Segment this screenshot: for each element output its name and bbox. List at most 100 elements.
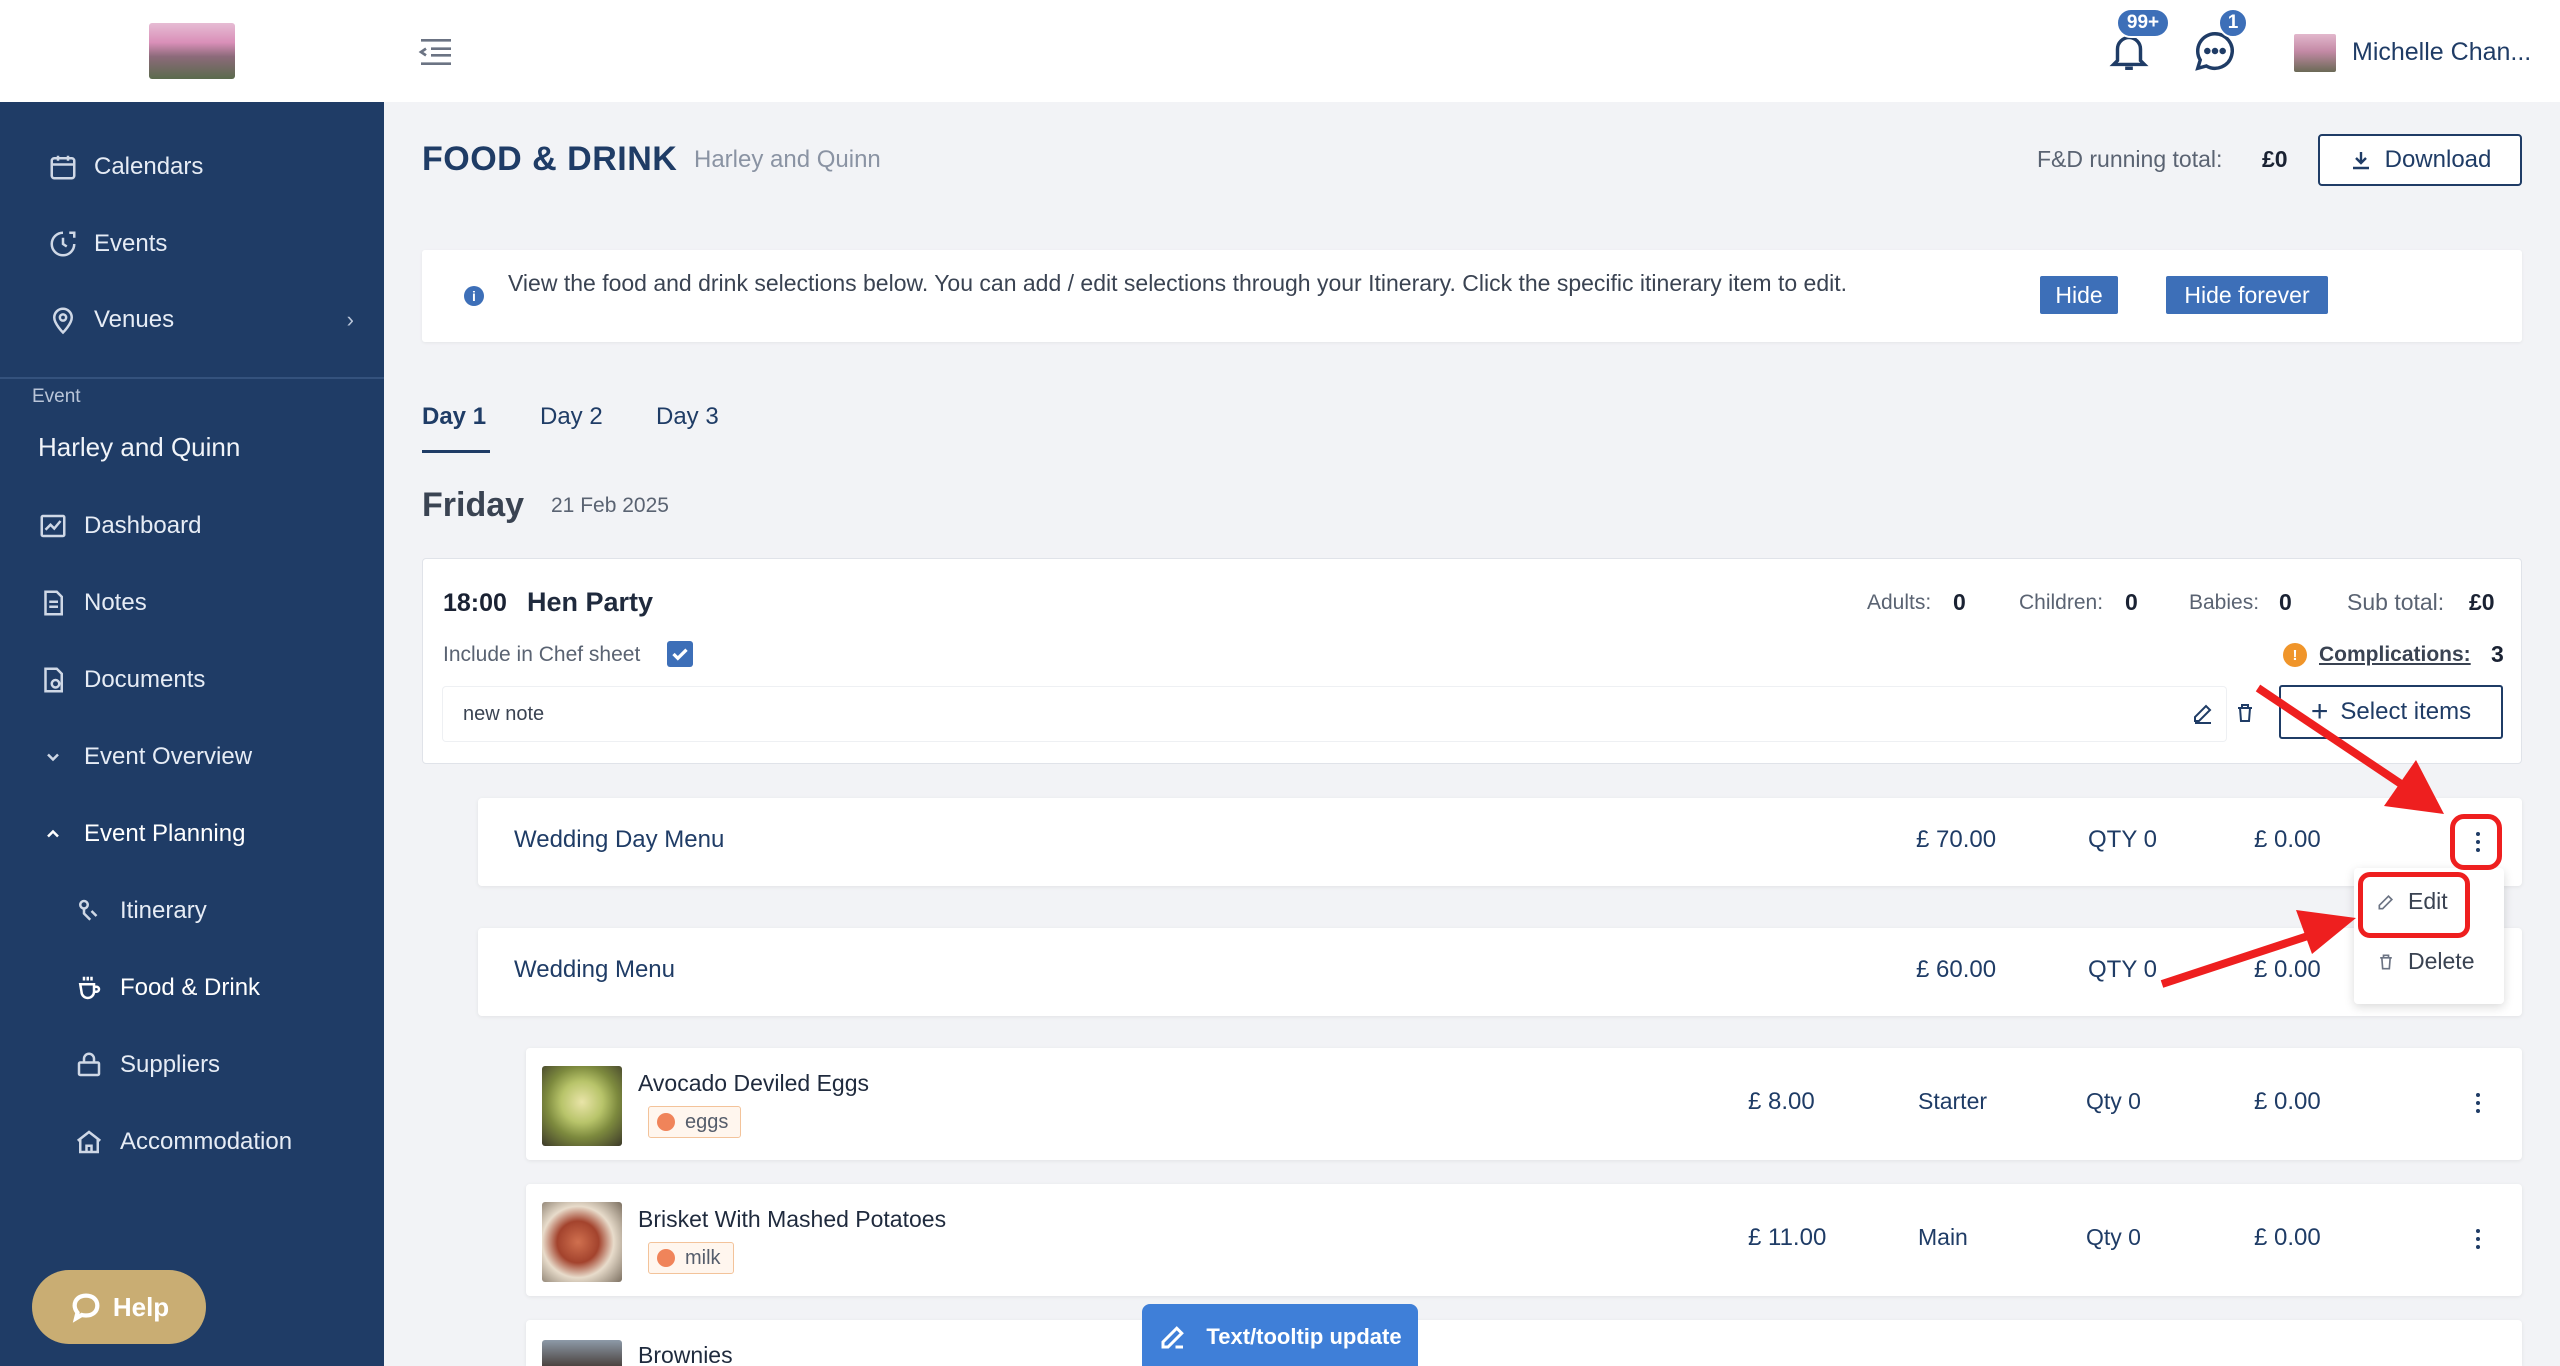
complications-link[interactable]: Complications: <box>2319 643 2471 667</box>
delete-menu-item[interactable]: Delete <box>2376 948 2474 975</box>
food-thumbnail <box>542 1340 622 1366</box>
children-label: Children: <box>2019 591 2104 614</box>
chef-sheet-checkbox[interactable] <box>667 641 693 667</box>
logo-image <box>149 23 235 79</box>
item-name: Avocado Deviled Eggs <box>638 1070 869 1096</box>
events-icon <box>46 227 80 261</box>
menu-card[interactable]: Wedding Day Menu £ 70.00 QTY 0 £ 0.00 <box>478 798 2522 886</box>
sidebar-item-dashboard[interactable]: Dashboard <box>36 509 420 543</box>
sidebar-item-events[interactable]: Events <box>46 227 430 261</box>
itinerary-session-card: 18:00 Hen Party Adults: 0 Children: 0 Ba… <box>422 558 2522 764</box>
sidebar-item-food-drink[interactable]: Food & Drink <box>72 971 456 1005</box>
sidebar: Calendars Events Venues › Event Harley a… <box>0 0 384 1366</box>
sidebar-item-venues[interactable]: Venues › <box>46 303 430 337</box>
food-thumbnail <box>542 1202 622 1282</box>
sidebar-item-label: Documents <box>84 666 206 693</box>
sidebar-item-label: Calendars <box>94 153 204 180</box>
menu-total: £ 0.00 <box>2254 826 2321 853</box>
document-icon <box>36 663 70 697</box>
food-item-card[interactable]: Avocado Deviled Eggs eggs £ 8.00 Starter… <box>526 1048 2522 1160</box>
tab-day-2[interactable]: Day 2 <box>540 403 603 431</box>
page-subtitle: Harley and Quinn <box>694 146 881 173</box>
sidebar-item-itinerary[interactable]: Itinerary <box>72 894 456 928</box>
sidebar-item-label: Dashboard <box>84 512 202 539</box>
tab-day-1[interactable]: Day 1 <box>422 403 486 431</box>
sidebar-item-notes[interactable]: Notes <box>36 586 420 620</box>
sidebar-item-label: Venues <box>94 306 175 333</box>
item-total: £ 0.00 <box>2254 1224 2321 1251</box>
checkmark-icon <box>672 648 688 661</box>
more-options-icon[interactable] <box>2468 1086 2488 1120</box>
food-item-card[interactable]: Brisket With Mashed Potatoes milk £ 11.0… <box>526 1184 2522 1296</box>
calendar-icon <box>46 150 80 184</box>
chevron-up-icon <box>36 817 70 851</box>
sidebar-item-label: Accommodation <box>120 1128 293 1155</box>
subtotal-value: £0 <box>2469 589 2495 615</box>
item-price: £ 11.00 <box>1748 1224 1827 1251</box>
day-title: Friday <box>422 486 525 524</box>
sidebar-item-accommodation[interactable]: Accommodation <box>72 1125 456 1159</box>
sidebar-item-label: Notes <box>84 589 147 616</box>
running-total-value: £0 <box>2262 146 2288 172</box>
pencil-icon[interactable] <box>2191 701 2215 725</box>
menu-qty: QTY 0 <box>2088 826 2157 853</box>
allergen-label: eggs <box>685 1110 729 1133</box>
babies-value: 0 <box>2279 589 2292 615</box>
sidebar-item-suppliers[interactable]: Suppliers <box>72 1048 456 1082</box>
sidebar-divider <box>0 377 384 379</box>
messages-badge: 1 <box>2218 8 2248 38</box>
note-text: new note <box>463 703 545 725</box>
item-price: £ 8.00 <box>1748 1088 1815 1115</box>
tab-day-3[interactable]: Day 3 <box>656 403 719 431</box>
chef-sheet-label: Include in Chef sheet <box>443 643 641 666</box>
user-name[interactable]: Michelle Chan... <box>2352 38 2531 67</box>
egg-allergen-icon <box>657 1113 675 1131</box>
location-pin-icon <box>46 303 80 337</box>
chart-icon <box>36 509 70 543</box>
milk-allergen-icon <box>657 1249 675 1267</box>
home-icon <box>72 1125 106 1159</box>
sidebar-item-documents[interactable]: Documents <box>36 663 420 697</box>
session-time: 18:00 <box>443 589 507 617</box>
sidebar-item-event-planning[interactable]: Event Planning <box>36 817 420 851</box>
select-items-button[interactable]: + Select items <box>2279 685 2503 739</box>
download-button[interactable]: Download <box>2318 134 2522 186</box>
subtotal-label: Sub total: <box>2347 589 2445 615</box>
tooltip-button-label: Text/tooltip update <box>1206 1324 1402 1349</box>
sidebar-item-label: Food & Drink <box>120 974 261 1001</box>
more-options-icon[interactable] <box>2468 1222 2488 1256</box>
menu-card[interactable]: Wedding Menu £ 60.00 QTY 0 £ 0.00 <box>478 928 2522 1016</box>
item-qty: Qty 0 <box>2086 1224 2141 1250</box>
help-button[interactable]: Help <box>32 1270 206 1344</box>
help-label: Help <box>112 1291 170 1322</box>
food-thumbnail <box>542 1066 622 1146</box>
select-items-label: Select items <box>2340 698 2472 725</box>
sidebar-item-label: Event Overview <box>84 743 253 770</box>
download-icon <box>2352 152 2369 170</box>
delete-label: Delete <box>2408 948 2475 974</box>
sidebar-item-calendars[interactable]: Calendars <box>46 150 430 184</box>
menu-total: £ 0.00 <box>2254 956 2321 983</box>
item-course: Starter <box>1918 1088 1988 1114</box>
session-note: new note <box>443 687 2252 741</box>
avatar[interactable] <box>2294 34 2336 72</box>
sidebar-item-label: Event Planning <box>84 820 246 847</box>
annotation-highlight-kebab <box>2450 814 2502 870</box>
annotation-highlight-edit <box>2358 872 2470 938</box>
sidebar-item-label: Events <box>94 230 168 257</box>
text-tooltip-update-button[interactable]: Text/tooltip update <box>1142 1304 1418 1366</box>
chevron-right-icon: › <box>346 307 354 332</box>
collapse-menu-icon[interactable] <box>416 32 456 72</box>
item-total: £ 0.00 <box>2254 1088 2321 1115</box>
info-icon: i <box>464 286 484 306</box>
menu-qty: QTY 0 <box>2088 956 2157 983</box>
food-item-card[interactable]: Brownies <box>526 1320 2522 1366</box>
note-icon <box>36 586 70 620</box>
hide-forever-button[interactable]: Hide forever <box>2166 276 2328 314</box>
sidebar-item-event-overview[interactable]: Event Overview <box>36 740 420 774</box>
logo[interactable] <box>0 0 384 102</box>
children-value: 0 <box>2125 589 2138 615</box>
trash-icon <box>2380 954 2392 969</box>
hide-button[interactable]: Hide <box>2040 276 2118 314</box>
trash-icon[interactable] <box>2233 701 2257 725</box>
